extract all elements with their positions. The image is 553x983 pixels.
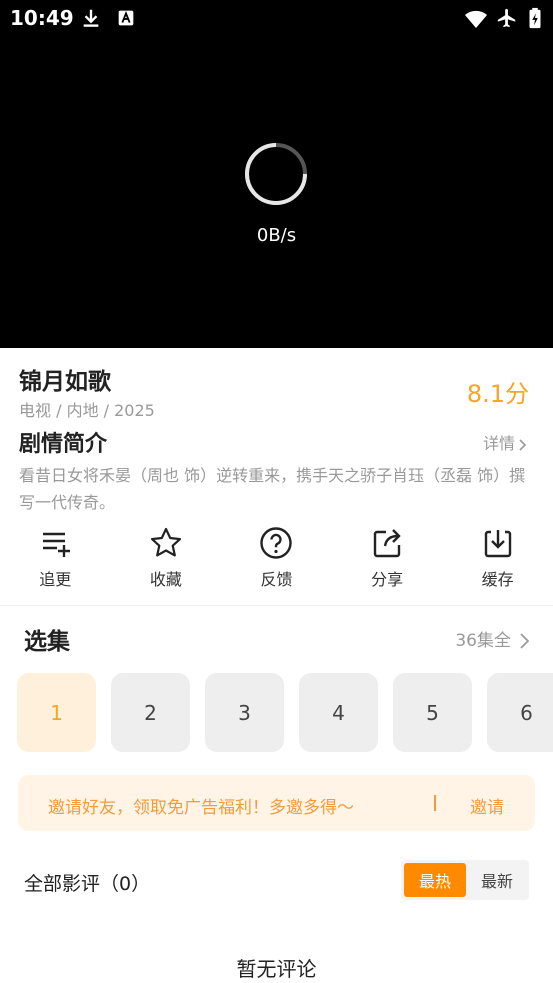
episodes-total: 36集全 [455,631,511,651]
help-circle-icon [260,527,293,559]
details-link[interactable]: 详情 [483,430,529,454]
battery-charging-icon [529,7,541,29]
details-label: 详情 [482,434,515,453]
episode-button[interactable]: 6 [487,673,553,752]
status-time: 10:49 [10,6,74,30]
favorite-button[interactable]: 收藏 [111,526,222,590]
episode-button[interactable]: 3 [205,673,284,752]
chevron-right-icon [520,633,530,649]
follow-button[interactable]: 追更 [0,526,111,590]
feedback-button[interactable]: 反馈 [221,526,332,590]
episode-button[interactable]: 1 [17,673,96,752]
synopsis-heading: 剧情简介 [19,432,108,457]
wifi-icon [465,10,487,28]
loading-spinner-icon [245,143,307,205]
chevron-right-icon [519,438,527,451]
favorite-label: 收藏 [149,570,182,589]
download-icon [484,530,511,558]
sort-latest-button[interactable]: 最新 [466,863,528,897]
share-icon [373,529,401,558]
download-button[interactable]: 缓存 [442,526,553,590]
episode-button[interactable]: 4 [299,673,378,752]
show-score: 8.1分 [466,380,529,408]
empty-reviews-text: 暂无评论 [236,957,317,981]
divider [0,605,553,606]
star-icon [150,527,181,557]
download-icon [83,9,99,27]
video-player[interactable]: 10:49 0B/s [0,0,553,348]
show-meta: 电视 / 内地 / 2025 [19,401,155,420]
invite-text: 邀请好友，领取免广告福利！多邀多得～ [48,798,354,818]
reviews-heading: 全部影评（0） [24,873,151,895]
invite-separator [434,795,436,811]
action-bar: 追更 收藏 反馈 分享 缓存 [0,526,553,590]
font-a-icon [118,10,134,26]
invite-button[interactable]: 邀请 [470,793,504,818]
sort-hot-button[interactable]: 最热 [404,863,466,897]
episode-button[interactable]: 5 [393,673,472,752]
download-label: 缓存 [481,570,514,589]
invite-banner: 邀请好友，领取免广告福利！多邀多得～ 邀请 [18,775,535,831]
episode-button[interactable]: 2 [111,673,190,752]
synopsis-text: 看昔日女将禾晏（周也 饰）逆转重来，携手天之骄子肖珏（丞磊 饰）撰写一代传奇。 [19,466,526,512]
follow-label: 追更 [39,570,72,589]
status-bar: 10:49 [0,0,553,36]
network-speed: 0B/s [256,225,297,246]
share-button[interactable]: 分享 [332,526,443,590]
playlist-add-icon [43,532,71,557]
episodes-all-link[interactable]: 36集全 [455,626,531,651]
share-label: 分享 [371,570,404,589]
show-title: 锦月如歌 [19,369,111,395]
airplane-icon [497,8,516,28]
episode-list: 1 2 3 4 5 6 [17,673,553,752]
feedback-label: 反馈 [260,570,293,589]
review-sort-toggle: 最热 最新 [401,860,529,900]
episodes-heading: 选集 [24,629,70,655]
